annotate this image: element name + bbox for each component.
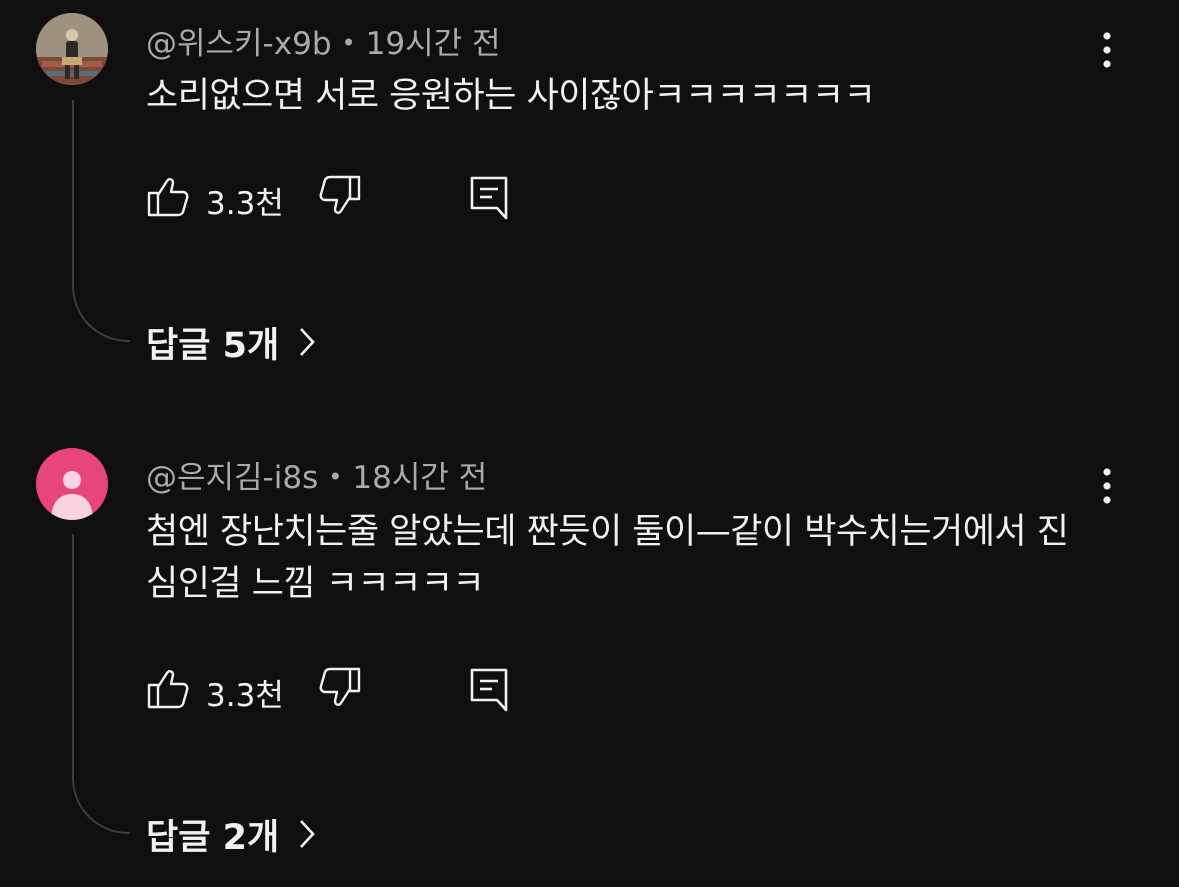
thread-line: [72, 100, 130, 342]
comment-actions: 3.3천: [146, 174, 546, 222]
dislike-button[interactable]: [318, 174, 362, 220]
default-person-avatar-icon: [51, 471, 93, 520]
thumbs-up-icon: [147, 670, 189, 709]
author-name[interactable]: @위스키-x9b: [146, 26, 332, 62]
more-vert-icon: [1103, 468, 1111, 504]
reply-button[interactable]: [468, 174, 512, 220]
comment-text: 첨엔 장난치는줄 알았는데 짠듯이 둘이—같이 박수치는거에서 진심인걸 느낌 …: [146, 512, 1069, 604]
author-name[interactable]: @은지김-i8s: [146, 460, 318, 496]
more-vert-icon: [1103, 32, 1111, 68]
comment-meta: @위스키-x9b • 19시간 전: [146, 18, 501, 63]
comment-time[interactable]: 19시간 전: [366, 26, 501, 62]
more-options-button[interactable]: [1090, 28, 1124, 72]
like-button[interactable]: [146, 174, 190, 220]
thumbs-up-icon: [147, 178, 189, 217]
view-replies-button[interactable]: 답글 2개: [146, 812, 317, 858]
separator-dot: •: [328, 463, 343, 491]
separator-dot: •: [341, 29, 356, 57]
chevron-right-icon: [300, 820, 315, 848]
replies-label: 답글 5개: [146, 325, 280, 366]
thread-line: [72, 534, 130, 834]
thumbs-down-icon: [319, 175, 361, 214]
avatar[interactable]: [36, 448, 108, 520]
comment-text: 소리없으면 서로 응원하는 사이잖아ㅋㅋㅋㅋㅋㅋㅋ: [146, 76, 876, 116]
chevron-right-icon: [300, 328, 315, 356]
comment-thread-1: @위스키-x9b • 19시간 전 소리없으면 서로 응원하는 사이잖아ㅋㅋㅋㅋㅋㅋ…: [0, 0, 1179, 420]
reply-button[interactable]: [468, 666, 512, 712]
reply-comment-icon: [470, 668, 508, 712]
more-options-button[interactable]: [1090, 464, 1124, 508]
comment-time[interactable]: 18시간 전: [352, 460, 487, 496]
view-replies-button[interactable]: 답글 5개: [146, 320, 317, 366]
comment-thread-2: @은지김-i8s • 18시간 전 첨엔 장난치는줄 알았는데 짠듯이 둘이—같이 …: [0, 440, 1179, 887]
comment-actions: 3.3천: [146, 666, 546, 714]
photo-avatar-icon: [36, 13, 108, 85]
like-count: 3.3천: [206, 186, 284, 222]
like-count: 3.3천: [206, 678, 284, 714]
thumbs-down-icon: [319, 667, 361, 706]
reply-comment-icon: [470, 176, 508, 220]
like-button[interactable]: [146, 666, 190, 712]
comment-meta: @은지김-i8s • 18시간 전: [146, 452, 487, 497]
avatar[interactable]: [36, 13, 108, 85]
replies-label: 답글 2개: [146, 817, 280, 858]
dislike-button[interactable]: [318, 666, 362, 712]
